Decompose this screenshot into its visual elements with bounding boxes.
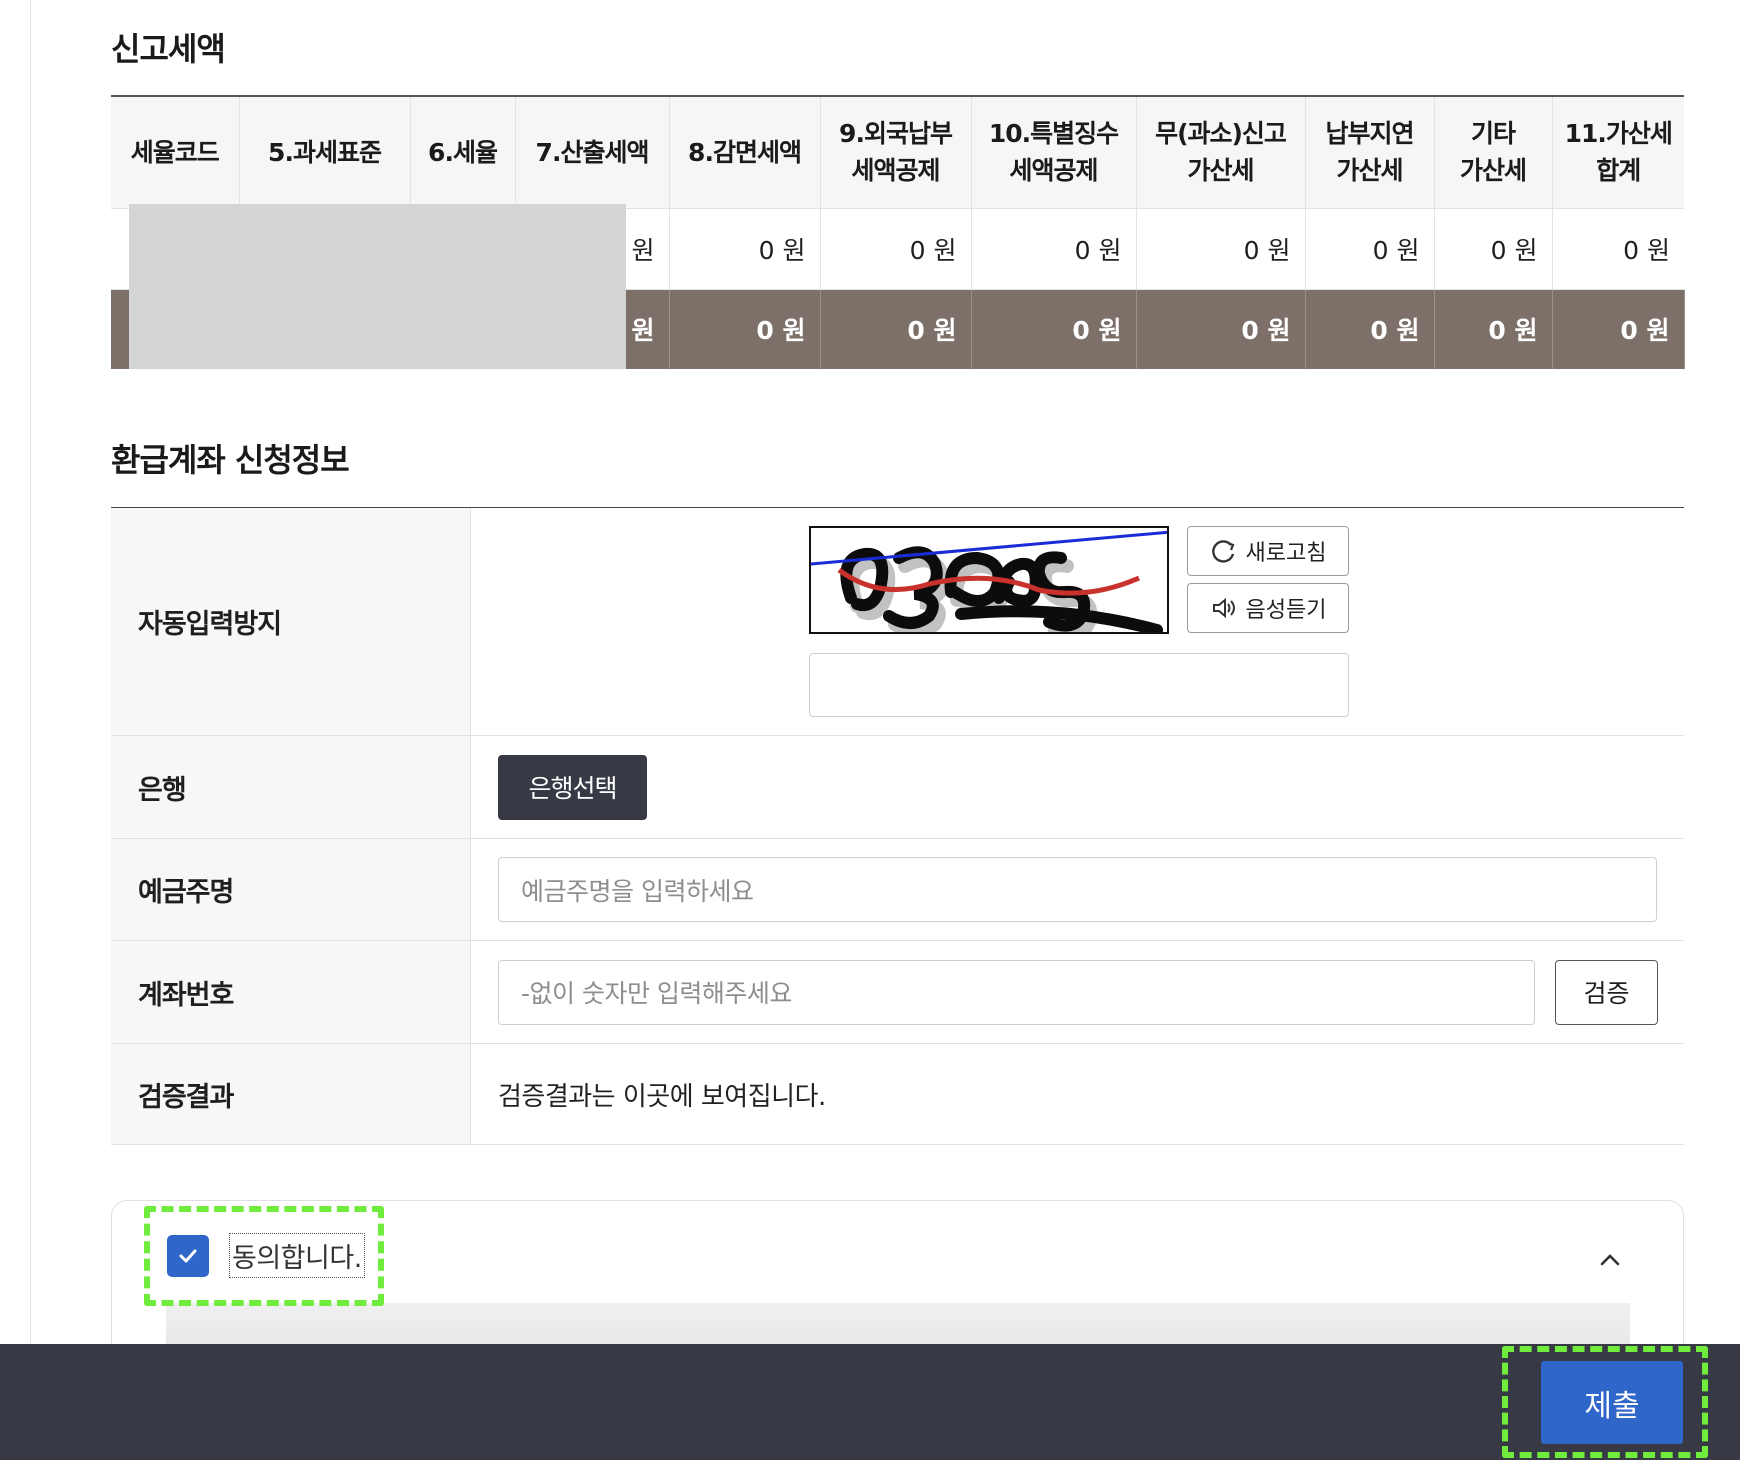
report-tax-title: 신고세액: [111, 30, 226, 68]
account-row: 계좌번호 -없이 숫자만 입력해주세요 검증: [111, 941, 1684, 1044]
captcha-image: [809, 526, 1169, 634]
total-cell: 0 원: [1434, 289, 1553, 369]
refresh-label: 새로고침: [1245, 541, 1327, 566]
captcha-audio-button[interactable]: 음성듣기: [1187, 583, 1349, 633]
holder-cell: 예금주명을 입력하세요: [471, 839, 1684, 940]
left-divider: [30, 0, 31, 1345]
table-cell: 0 원: [1434, 208, 1553, 290]
holder-row: 예금주명 예금주명을 입력하세요: [111, 839, 1684, 941]
captcha-row: 자동입력방지 새로고침 음성듣기: [111, 508, 1684, 736]
col-header-underreport-penalty: 무(과소)신고 가산세: [1136, 96, 1306, 209]
result-row: 검증결과 검증결과는 이곳에 보여집니다.: [111, 1044, 1684, 1145]
refresh-icon: [1211, 540, 1234, 563]
captcha-input[interactable]: [809, 653, 1349, 717]
table-cell: 0 원: [1305, 208, 1435, 290]
captcha-label: 자동입력방지: [111, 508, 471, 735]
col-header-reduction: 8.감면세액: [669, 96, 821, 209]
speaker-icon: [1212, 597, 1235, 619]
holder-label: 예금주명: [111, 839, 471, 940]
col-header-tax-rate: 6.세율: [410, 96, 516, 209]
table-cell: 0 원: [669, 208, 821, 290]
total-cell: 0 원: [971, 289, 1137, 369]
col-header-foreign-credit: 9.외국납부 세액공제: [820, 96, 972, 209]
total-cell: 0 원: [1136, 289, 1306, 369]
col-header-late-penalty: 납부지연 가산세: [1305, 96, 1435, 209]
bank-select-button[interactable]: 은행선택: [498, 754, 647, 820]
col-header-rate-code: 세율코드: [111, 96, 240, 209]
captcha-refresh-button[interactable]: 새로고침: [1187, 526, 1349, 576]
table-cell: 0 원: [1552, 208, 1684, 290]
redacted-area: [129, 204, 626, 369]
result-label: 검증결과: [111, 1044, 471, 1144]
table-header-row: 세율코드 5.과세표준 6.세율 7.산출세액 8.감면세액 9.외국납부 세액…: [111, 96, 1684, 209]
footer-bar: [0, 1344, 1740, 1460]
chevron-up-icon[interactable]: [1599, 1249, 1621, 1271]
total-cell: 0 원: [669, 289, 821, 369]
total-cell: 0 원: [820, 289, 972, 369]
account-holder-input[interactable]: 예금주명을 입력하세요: [498, 857, 1657, 922]
captcha-graphic: [811, 530, 1167, 632]
table-cell: 0 원: [971, 208, 1137, 290]
table-cell: 0 원: [1136, 208, 1306, 290]
bank-label: 은행: [111, 736, 471, 838]
submit-highlight-outline: [1502, 1346, 1708, 1458]
agree-highlight-outline: [144, 1206, 384, 1306]
table-cell: 0 원: [820, 208, 972, 290]
col-header-penalty-total: 11.가산세 합계: [1552, 96, 1684, 209]
col-header-special-credit: 10.특별징수 세액공제: [971, 96, 1137, 209]
bank-row: 은행 은행선택: [111, 736, 1684, 839]
verification-result-text: 검증결과는 이곳에 보여집니다.: [498, 1081, 826, 1112]
account-label: 계좌번호: [111, 941, 471, 1043]
bank-cell: 은행선택: [471, 736, 1684, 838]
verify-button[interactable]: 검증: [1555, 959, 1658, 1025]
account-number-input[interactable]: -없이 숫자만 입력해주세요: [498, 959, 1535, 1025]
col-header-other-penalty: 기타 가산세: [1434, 96, 1553, 209]
col-header-calculated-tax: 7.산출세액: [515, 96, 670, 209]
refund-form: 자동입력방지 새로고침 음성듣기 은행 은행선택 예금주명 예금주명을 입력하세…: [111, 507, 1684, 1145]
audio-label: 음성듣기: [1245, 598, 1327, 623]
result-cell: 검증결과는 이곳에 보여집니다.: [471, 1044, 1684, 1144]
total-cell: 0 원: [1305, 289, 1435, 369]
total-cell: 0 원: [1552, 289, 1685, 369]
col-header-tax-base: 5.과세표준: [239, 96, 411, 209]
captcha-cell: 새로고침 음성듣기: [471, 508, 1684, 735]
account-cell: -없이 숫자만 입력해주세요 검증: [471, 941, 1684, 1043]
refund-account-title: 환급계좌 신청정보: [111, 441, 350, 479]
